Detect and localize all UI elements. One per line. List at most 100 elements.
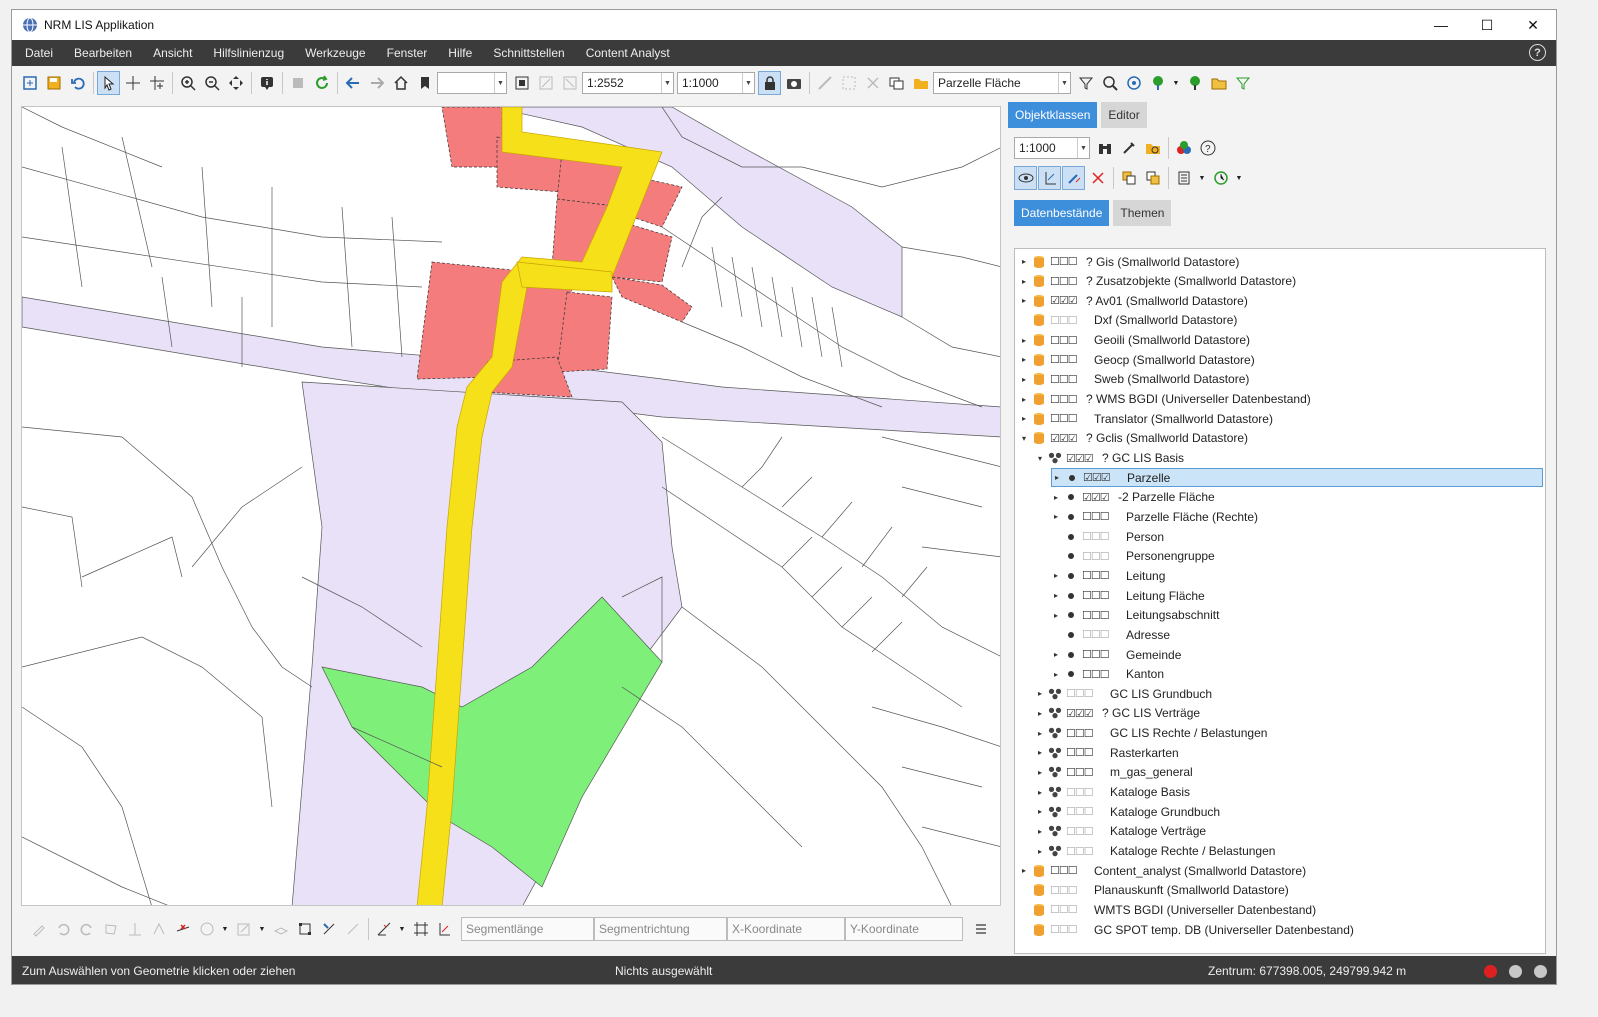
layer-select[interactable]: Parzelle Fläche ▼ [933,72,1071,94]
edit-grid-icon[interactable] [409,917,432,941]
tree-row[interactable]: ▸ ☐☐☐ Kataloge Grundbuch [1035,802,1220,821]
measure-icon[interactable] [813,71,836,95]
layer-checkboxes[interactable]: ☐☐☐ [1066,687,1096,700]
expand-arrow-icon[interactable]: ▸ [1052,473,1062,482]
zoom-out-icon[interactable] [200,71,223,95]
layer-checkboxes[interactable]: ☐☐☐ [1066,727,1096,740]
tree-row[interactable]: ☐☐☐ Planauskunft (Smallworld Datastore) [1019,881,1289,900]
pan-icon[interactable] [224,71,247,95]
menu-hilfslinienzug[interactable]: Hilfslinienzug [205,40,292,66]
edit-snap-icon[interactable] [341,917,364,941]
back-arrow-icon[interactable] [341,71,364,95]
colors-icon[interactable] [1172,136,1195,160]
expand-arrow-icon[interactable]: ▸ [1019,296,1029,305]
layer-checkboxes[interactable]: ☐☐☐ [1050,314,1080,327]
edit-polygon-icon[interactable] [99,917,122,941]
info-icon[interactable] [255,71,278,95]
layer-checkboxes[interactable]: ☑☑☑ [1066,707,1096,720]
expand-arrow-icon[interactable]: ▸ [1051,670,1061,679]
stop-icon[interactable] [286,71,309,95]
tab-editor[interactable]: Editor [1101,102,1147,128]
tree-row[interactable]: ▸ ☐☐☐ Geocp (Smallworld Datastore) [1019,350,1255,369]
lock-icon[interactable] [758,71,781,95]
edit-vertex-icon[interactable] [123,917,146,941]
expand-arrow-icon[interactable]: ▸ [1035,827,1045,836]
tree-row[interactable]: ▸ ☐☐☐ Gemeinde [1051,645,1181,664]
zoom-window-icon[interactable] [558,71,581,95]
expand-arrow-icon[interactable]: ▸ [1035,768,1045,777]
edit-menu-icon[interactable] [969,917,992,941]
expand-arrow-icon[interactable]: ▾ [1019,434,1029,443]
menu-bearbeiten[interactable]: Bearbeiten [66,40,140,66]
expand-arrow-icon[interactable]: ▸ [1051,493,1061,502]
forward-arrow-icon[interactable] [365,71,388,95]
expand-arrow-icon[interactable]: ▾ [1035,454,1045,463]
edit-rect-icon[interactable] [232,917,255,941]
tree-row[interactable]: ▸ ☐☐☐ Kanton [1051,665,1164,684]
tree-row[interactable]: ☐☐☐ Dxf (Smallworld Datastore) [1019,311,1237,330]
scale-select[interactable]: 1:1000 ▼ [677,72,755,94]
tree-row[interactable]: ▸ ☐☐☐ Translator (Smallworld Datastore) [1019,409,1273,428]
tree-row[interactable]: ☐☐☐ Personengruppe [1051,547,1215,566]
menu-schnittstellen[interactable]: Schnittstellen [485,40,572,66]
zoom-selection-icon[interactable] [534,71,557,95]
folder-export-icon[interactable] [1207,71,1230,95]
expand-arrow-icon[interactable]: ▸ [1035,689,1045,698]
expand-arrow-icon[interactable]: ▸ [1035,748,1045,757]
filter-color-icon[interactable] [1231,71,1254,95]
tree-add-icon[interactable] [1183,71,1206,95]
edit-split-icon[interactable] [147,917,170,941]
binoculars-icon[interactable] [1093,136,1116,160]
edit-redo-icon[interactable] [75,917,98,941]
layer-checkboxes[interactable]: ☐☐☐ [1050,923,1080,936]
segment-length-field[interactable]: Segmentlänge [461,917,594,941]
folder-search-icon[interactable] [1141,136,1164,160]
edit-undo-icon[interactable] [51,917,74,941]
tree-row[interactable]: ▾ ☑☑☑ ? Gclis (Smallworld Datastore) [1019,429,1248,448]
tree-row[interactable]: ▸ ☐☐☐ Kataloge Basis [1035,783,1190,802]
network-icon[interactable] [1122,71,1145,95]
copy-layer-icon[interactable] [1117,166,1140,190]
tree-row[interactable]: ▸ ☐☐☐ Content_analyst (Smallworld Datastor… [1019,861,1306,880]
expand-arrow-icon[interactable]: ▸ [1019,414,1029,423]
zoom-in-icon[interactable] [176,71,199,95]
edit-rect-dropdown-icon[interactable]: ▼ [256,917,268,941]
x-coordinate-field[interactable]: X-Koordinate [727,917,845,941]
expand-arrow-icon[interactable]: ▸ [1035,729,1045,738]
refresh-layers-icon[interactable] [18,71,41,95]
minimize-button[interactable]: — [1418,10,1464,40]
layer-checkboxes[interactable]: ☐☐☐ [1082,628,1112,641]
filter-icon[interactable] [1074,71,1097,95]
tree-row[interactable]: ▸ ☐☐☐ Kataloge Rechte / Belastungen [1035,842,1275,861]
selectable-icon[interactable] [1038,166,1061,190]
text-tool-icon[interactable] [1086,166,1109,190]
layer-checkboxes[interactable]: ☐☐☐ [1066,786,1096,799]
undo-icon[interactable] [66,71,89,95]
layer-checkboxes[interactable]: ☐☐☐ [1082,530,1112,543]
layer-checkboxes[interactable]: ☐☐☐ [1050,903,1080,916]
edit-corner-icon[interactable] [433,917,456,941]
layer-checkboxes[interactable]: ☐☐☐ [1066,805,1096,818]
panel-scale-select[interactable]: 1:1000 ▼ [1014,137,1090,159]
expand-arrow-icon[interactable]: ▸ [1019,277,1029,286]
tree-tool-icon[interactable] [1146,71,1169,95]
expand-arrow-icon[interactable]: ▸ [1051,650,1061,659]
layer-checkboxes[interactable]: ☐☐☐ [1050,353,1080,366]
layer-checkboxes[interactable]: ☐☐☐ [1066,766,1096,779]
layer-checkboxes[interactable]: ☐☐☐ [1050,884,1080,897]
tree-row[interactable]: ▸ ☐☐☐ m_gas_general [1035,763,1193,782]
layer-checkboxes[interactable]: ☐☐☐ [1082,510,1112,523]
expand-arrow-icon[interactable]: ▸ [1019,375,1029,384]
list-dropdown-icon[interactable]: ▼ [1196,166,1208,190]
menu-werkzeuge[interactable]: Werkzeuge [297,40,373,66]
tree-row[interactable]: ▸ ☑☑☑ ? GC LIS Verträge [1035,704,1200,723]
expand-arrow-icon[interactable]: ▸ [1019,866,1029,875]
search-map-icon[interactable] [1098,71,1121,95]
tree-row[interactable]: ▸ ☐☐☐ Leitung Fläche [1051,586,1205,605]
edit-circle-dropdown-icon[interactable]: ▼ [219,917,231,941]
layer-checkboxes[interactable]: ☑☑☑ [1082,491,1112,504]
datastore-tree[interactable]: ▸ ☐☐☐ ? Gis (Smallworld Datastore) ▸ ☐☐☐ ? Zu… [1014,248,1546,954]
layer-checkboxes[interactable]: ☐☐☐ [1066,825,1096,838]
layer-checkboxes[interactable]: ☑☑☑ [1083,471,1113,484]
tree-row[interactable]: ▸ ☐☐☐ ? Gis (Smallworld Datastore) [1019,252,1239,271]
